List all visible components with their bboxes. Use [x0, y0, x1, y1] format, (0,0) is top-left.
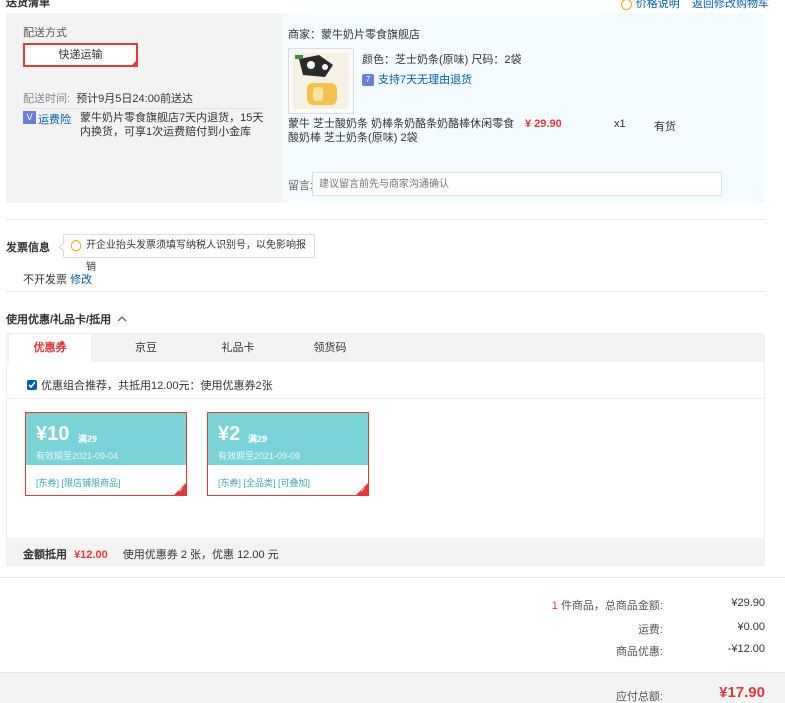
invoice-type: 不开发票	[23, 274, 67, 286]
info-icon	[620, 0, 632, 10]
freight-label: 运费:	[637, 624, 663, 636]
divider	[6, 291, 765, 292]
shipping-label: 配送方式	[23, 27, 67, 39]
express-shipping-label: 快递运输	[58, 49, 103, 61]
coupon-card-header: ¥2 满29 有效期至2021-09-09	[208, 413, 368, 465]
coupon-tags: [东券] [限店铺限商品]	[36, 478, 121, 488]
insurance-icon: V	[23, 111, 36, 124]
insurance-link[interactable]: 运费险	[38, 111, 71, 127]
check-icon: ✓	[360, 487, 366, 494]
tab-coupons[interactable]: 优惠券	[8, 334, 92, 362]
coupon-validity: 有效期至2021-09-09	[218, 451, 301, 461]
product-name[interactable]: 蒙牛 芝士酸奶条 奶棒条奶酪条奶酪棒休闲零食酸奶棒 芝士奶条(原味) 2袋	[288, 117, 518, 145]
summary-discount-row: 商品优惠: -¥12.00	[465, 643, 765, 658]
coupon-card-header: ¥10 满29 有效期至2021-09-04	[26, 413, 186, 465]
coupon-section-label: 使用优惠/礼品卡/抵用	[6, 314, 112, 326]
total-value: ¥17.90	[719, 684, 765, 701]
summary-goods-label: 1 件商品，总商品金额:	[552, 597, 663, 613]
deduct-amount: ¥12.00	[74, 549, 108, 561]
product-image[interactable]	[288, 48, 354, 114]
combo-checkbox[interactable]	[27, 380, 37, 390]
coupon-card[interactable]: ¥10 满29 有效期至2021-09-04 [东券] [限店铺限商品] ✓	[25, 412, 187, 496]
coupon-card[interactable]: ¥2 满29 有效期至2021-09-09 [东券] [全品类] [可叠加] ✓	[207, 412, 369, 496]
section-title: 送货清单	[6, 0, 50, 9]
tab-jingdou[interactable]: 京豆	[108, 334, 184, 362]
divider	[6, 219, 765, 220]
product-attributes: 颜色：芝士奶条(原味) 尺码：2袋	[362, 54, 522, 66]
divider	[0, 577, 785, 578]
coupon-condition: 满29	[248, 434, 268, 444]
deduct-label: 金额抵用	[23, 549, 67, 561]
delivery-time-value: 预计9月5日24:00前送达	[76, 93, 193, 105]
invoice-title: 发票信息	[6, 242, 50, 254]
invoice-value: 不开发票 修改	[23, 271, 92, 287]
product-stock: 有货	[654, 121, 676, 133]
summary-goods-row: 1 件商品，总商品金额: ¥29.90	[465, 597, 765, 613]
tab-gift-card[interactable]: 礼品卡	[200, 334, 276, 362]
delivery-time: 配送时间: 预计9月5日24:00前送达	[23, 90, 193, 106]
total-label: 应付总额:	[615, 691, 663, 703]
memo-input[interactable]	[312, 172, 722, 196]
discount-label: 商品优惠:	[615, 646, 663, 658]
return-policy-icon: 7	[362, 74, 374, 87]
check-icon: ✓	[178, 487, 184, 494]
insurance-description: 蒙牛奶片零食旗舰店7天内退货，15天内换货，可享1次运费赔付到小金库	[80, 112, 264, 138]
coupon-tags: [东券] [全品类] [可叠加]	[218, 478, 311, 488]
invoice-edit-link[interactable]: 修改	[70, 274, 92, 286]
tooltip-arrow	[60, 243, 65, 251]
back-to-cart-link[interactable]: 返回修改购物车	[692, 0, 769, 10]
coupon-amount: ¥2	[218, 423, 241, 445]
freight-value: ¥0.00	[737, 621, 765, 633]
coupon-amount: ¥10	[36, 423, 70, 445]
product-quantity: x1	[614, 118, 626, 130]
combo-text: 优惠组合推荐，共抵用12.00元：使用优惠券2张	[41, 380, 273, 392]
divider	[7, 398, 764, 399]
combo-recommend: 优惠组合推荐，共抵用12.00元：使用优惠券2张	[27, 377, 273, 393]
return-policy: 7 支持7天无理由退货	[362, 71, 472, 87]
goods-count: 1	[551, 600, 558, 612]
product-price: ¥ 29.90	[525, 118, 562, 130]
express-shipping-button[interactable]: 快递运输	[23, 43, 138, 67]
price-explain-link[interactable]: 价格说明	[636, 0, 680, 10]
merchant-name[interactable]: 商家：蒙牛奶片零食旗舰店	[288, 26, 420, 42]
selected-corner-icon	[130, 59, 138, 67]
deduct-description: 使用优惠券 2 张，优惠 12.00 元	[122, 549, 279, 561]
memo-label: 留言:	[288, 180, 314, 192]
deduct-summary: 金额抵用 ¥12.00 使用优惠券 2 张，优惠 12.00 元	[23, 546, 279, 562]
coupon-section-title[interactable]: 使用优惠/礼品卡/抵用	[6, 311, 127, 327]
chevron-up-icon	[114, 314, 127, 326]
summary-freight-row: 运费: ¥0.00	[465, 621, 765, 636]
new-dot-icon	[60, 341, 64, 345]
top-links: 价格说明 返回修改购物车	[620, 0, 769, 11]
divider	[23, 108, 263, 109]
invoice-tip-text: 开企业抬头发票须填写纳税人识别号，以免影响报销	[86, 240, 306, 273]
lightbulb-icon	[71, 240, 81, 251]
goods-label-text: 件商品，总商品金额:	[560, 600, 663, 612]
summary-goods-value: ¥29.90	[731, 597, 765, 609]
coupon-validity: 有效期至2021-09-04	[36, 451, 119, 461]
product-thumbnail-icon	[289, 49, 353, 113]
discount-value: -¥12.00	[727, 643, 765, 655]
return-policy-text: 支持7天无理由退货	[378, 74, 473, 86]
tab-pickup-code[interactable]: 领货码	[292, 334, 368, 362]
total-bar	[0, 672, 785, 703]
invoice-tip: 开企业抬头发票须填写纳税人识别号，以免影响报销	[58, 234, 315, 273]
delivery-time-label: 配送时间:	[23, 93, 71, 105]
coupon-condition: 满29	[78, 434, 98, 444]
